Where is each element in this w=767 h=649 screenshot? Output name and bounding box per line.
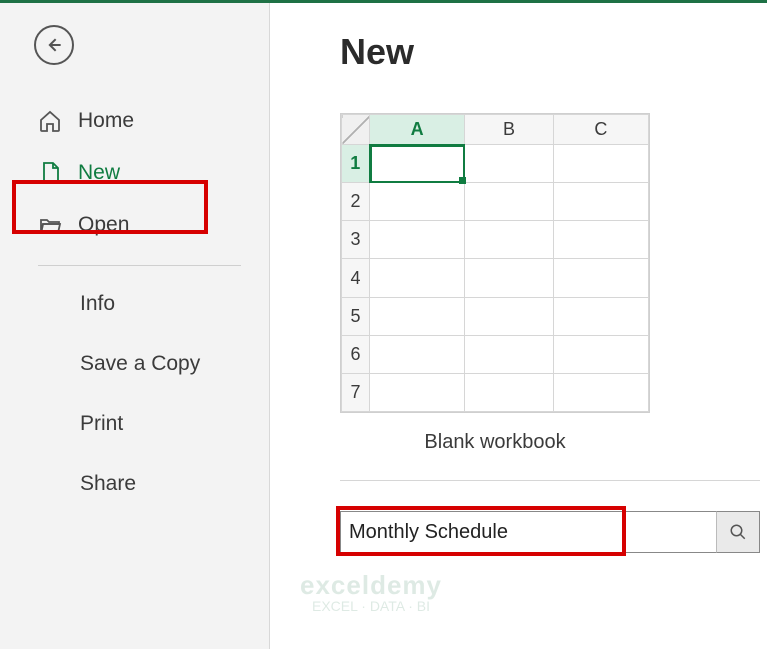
row-header-3: 3	[342, 221, 370, 259]
home-icon	[38, 109, 62, 133]
back-button[interactable]	[34, 25, 74, 65]
sheet-preview: A B C 1 2 3	[340, 113, 650, 413]
template-blank-workbook[interactable]: A B C 1 2 3	[340, 113, 650, 454]
nav-home-label: Home	[78, 109, 134, 133]
row-header-6: 6	[342, 335, 370, 373]
search-button[interactable]	[716, 511, 760, 553]
arrow-left-icon	[44, 35, 64, 55]
cell-c1	[553, 145, 648, 183]
nav-print-label: Print	[80, 412, 123, 435]
nav-new[interactable]: New	[0, 147, 269, 199]
folder-open-icon	[38, 213, 62, 237]
cell-b1	[465, 145, 554, 183]
search-icon	[729, 523, 747, 541]
nav-save-copy[interactable]: Save a Copy	[0, 334, 269, 394]
select-all-corner	[342, 115, 370, 145]
col-header-b: B	[465, 115, 554, 145]
nav-share-label: Share	[80, 472, 136, 495]
main-pane: New A B C 1	[270, 3, 767, 649]
main-divider	[340, 480, 760, 481]
nav-new-label: New	[78, 161, 120, 185]
preview-grid: A B C 1 2 3	[341, 114, 649, 412]
nav-open[interactable]: Open	[0, 199, 269, 251]
nav-save-copy-label: Save a Copy	[80, 352, 200, 375]
row-header-5: 5	[342, 297, 370, 335]
row-header-1: 1	[342, 145, 370, 183]
nav-info-label: Info	[80, 292, 115, 315]
template-label: Blank workbook	[340, 431, 650, 454]
template-search	[340, 511, 760, 553]
cell-a1	[370, 145, 465, 183]
col-header-c: C	[553, 115, 648, 145]
nav-open-label: Open	[78, 213, 129, 237]
search-input[interactable]	[340, 511, 760, 553]
nav-share[interactable]: Share	[0, 454, 269, 514]
row-header-7: 7	[342, 373, 370, 411]
page-title: New	[340, 31, 767, 73]
nav-home[interactable]: Home	[0, 95, 269, 147]
col-header-a: A	[370, 115, 465, 145]
sidebar-divider	[38, 265, 241, 266]
row-header-2: 2	[342, 183, 370, 221]
nav-info[interactable]: Info	[0, 274, 269, 334]
row-header-4: 4	[342, 259, 370, 297]
nav-print[interactable]: Print	[0, 394, 269, 454]
document-icon	[38, 161, 62, 185]
backstage-sidebar: Home New Open Info Save a Copy Print Sha…	[0, 3, 270, 649]
